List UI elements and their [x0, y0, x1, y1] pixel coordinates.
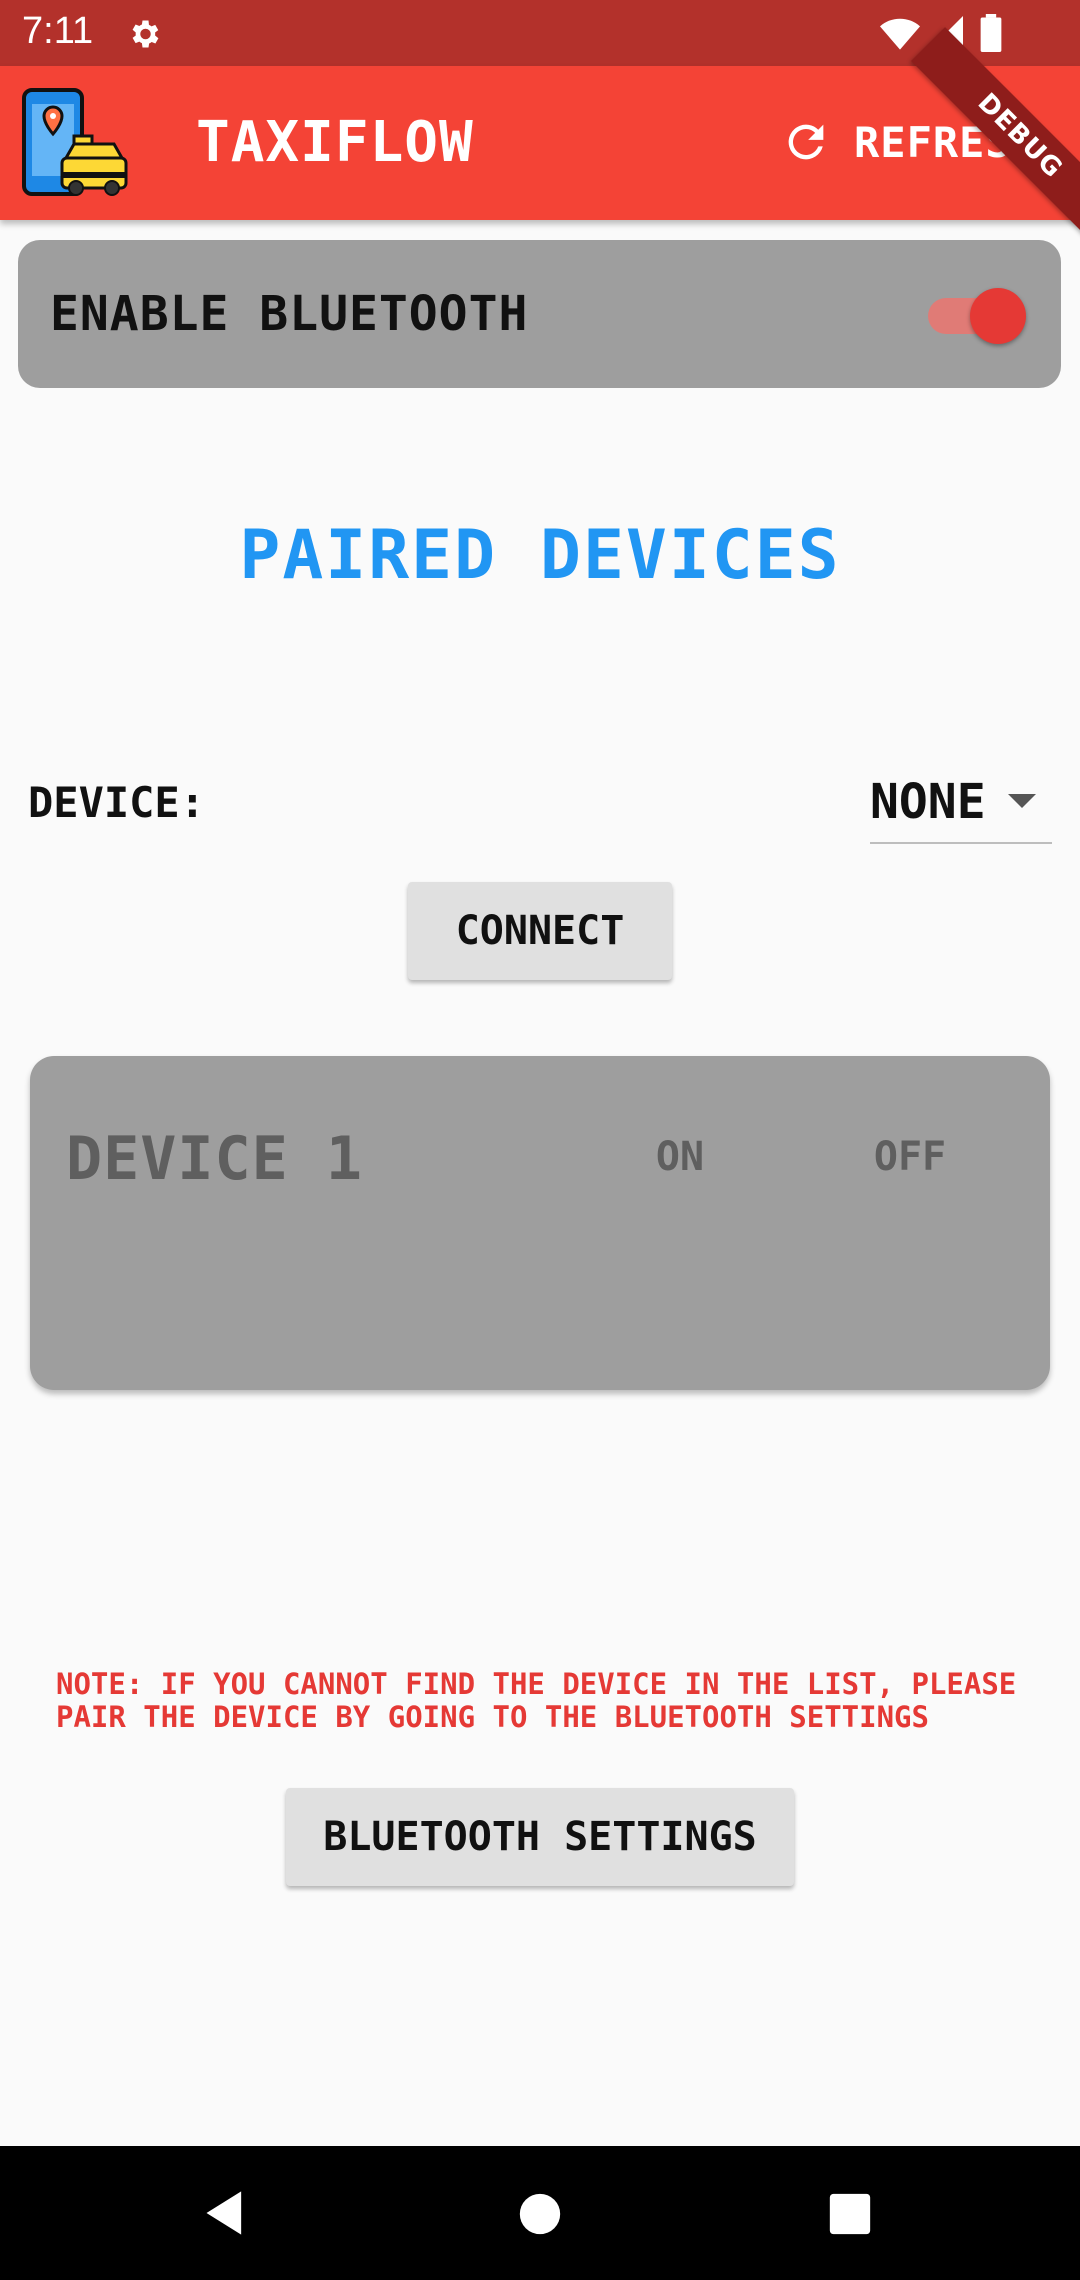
pairing-note: NOTE: IF YOU CANNOT FIND THE DEVICE IN T… [56, 1667, 1017, 1734]
device-name: DEVICE 1 [66, 1124, 363, 1194]
bluetooth-switch-toggle[interactable] [970, 288, 1026, 344]
refresh-icon [788, 124, 824, 160]
device-label: DEVICE: [28, 778, 206, 827]
battery-icon [980, 14, 1002, 52]
gear-icon [132, 20, 159, 48]
app-bar: TAXIFLOW REFRESH DEBUG [0, 27, 1080, 245]
device-card: DEVICE 1 ON OFF [30, 1056, 1050, 1390]
wifi-icon [880, 18, 920, 50]
connect-button[interactable]: CONNECT [408, 882, 672, 980]
app-title: TAXIFLOW [196, 110, 474, 175]
enable-bluetooth-card: ENABLE BLUETOOTH [18, 240, 1061, 388]
device-dropdown-value: NONE [870, 774, 986, 830]
device-off-button[interactable]: OFF [850, 1134, 970, 1194]
device-dropdown[interactable]: NONE [870, 766, 1052, 844]
home-icon[interactable] [518, 2192, 562, 2236]
paired-devices-title: PAIRED DEVICES [239, 516, 841, 595]
taxi-logo-icon [22, 88, 128, 196]
back-icon[interactable] [200, 2186, 252, 2240]
enable-bluetooth-label: ENABLE BLUETOOTH [50, 286, 529, 342]
device-on-button[interactable]: ON [620, 1134, 740, 1194]
dropdown-arrow-icon [1008, 794, 1036, 808]
system-nav-bar [0, 2146, 1080, 2280]
recent-apps-icon[interactable] [828, 2192, 872, 2236]
bluetooth-settings-button[interactable]: BLUETOOTH SETTINGS [286, 1788, 794, 1886]
status-time: 7:11 [22, 10, 94, 52]
